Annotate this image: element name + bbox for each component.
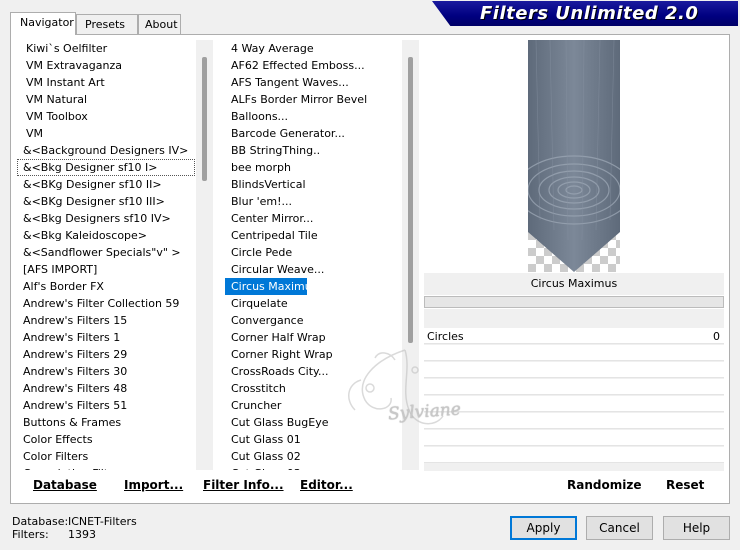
filter-item[interactable]: Balloons... [225, 108, 401, 125]
editor-button[interactable]: Editor... [300, 478, 353, 492]
status-filters-label: Filters: [12, 528, 49, 541]
status-database: Database:ICNET-Filters [12, 515, 137, 528]
category-item[interactable]: Andrew's Filters 1 [17, 329, 195, 346]
category-item[interactable]: Convolution Filters [17, 465, 195, 470]
parameter-row-empty [424, 362, 724, 378]
filter-scrollbar[interactable] [402, 40, 419, 470]
status-database-value: ICNET-Filters [68, 515, 137, 528]
filter-name-label: Circus Maximus [424, 273, 724, 295]
category-item[interactable]: VM Natural [17, 91, 195, 108]
category-item[interactable]: Kiwi`s Oelfilter [17, 40, 195, 57]
filter-item[interactable]: Cruncher [225, 397, 401, 414]
filter-item[interactable]: Cut Glass 03 [225, 465, 401, 470]
filter-item[interactable]: Cirquelate [225, 295, 401, 312]
filter-item[interactable]: Barcode Generator... [225, 125, 401, 142]
category-item[interactable]: Buttons & Frames [17, 414, 195, 431]
parameter-row-empty [424, 447, 724, 463]
category-item[interactable]: &<Bkg Designer sf10 I> [17, 159, 195, 176]
category-item[interactable]: Andrew's Filters 51 [17, 397, 195, 414]
filter-scroll-thumb[interactable] [408, 57, 413, 343]
category-item[interactable]: &<BKg Designer sf10 III> [17, 193, 195, 210]
category-list[interactable]: Kiwi`s Oelfilter VM Extravaganza VM Instan… [17, 40, 195, 470]
filter-info-button[interactable]: Filter Info... [203, 478, 284, 492]
category-item[interactable]: Andrew's Filter Collection 59 [17, 295, 195, 312]
preview-image [528, 40, 620, 272]
filter-item[interactable]: Blur 'em!... [225, 193, 401, 210]
database-button[interactable]: Database [33, 478, 97, 492]
filter-item[interactable]: Crosstitch [225, 380, 401, 397]
filter-item[interactable]: Cut Glass 02 [225, 448, 401, 465]
category-scroll-thumb[interactable] [202, 57, 207, 181]
category-item[interactable]: &<BKg Designer sf10 II> [17, 176, 195, 193]
tab-navigator[interactable]: Navigator [10, 12, 76, 35]
filter-item[interactable]: BB StringThing.. [225, 142, 401, 159]
category-item[interactable]: VM Instant Art [17, 74, 195, 91]
category-scrollbar[interactable] [196, 40, 213, 470]
filter-item[interactable]: Circle Pede [225, 244, 401, 261]
app-title: Filters Unlimited 2.0 [480, 3, 699, 24]
category-item[interactable]: Alf's Border FX [17, 278, 195, 295]
filter-item[interactable]: Cut Glass 01 [225, 431, 401, 448]
filter-item[interactable]: Corner Half Wrap [225, 329, 401, 346]
category-item[interactable]: Color Effects [17, 431, 195, 448]
filter-item[interactable]: Centripedal Tile [225, 227, 401, 244]
progress-bar [424, 296, 724, 308]
category-item[interactable]: Andrew's Filters 15 [17, 312, 195, 329]
parameter-row-empty [424, 430, 724, 446]
filter-item[interactable]: AFS Tangent Waves... [225, 74, 401, 91]
parameter-label: Circles [427, 330, 464, 343]
category-item[interactable]: Andrew's Filters 48 [17, 380, 195, 397]
status-database-label: Database: [12, 515, 69, 528]
filter-item[interactable]: Convergance [225, 312, 401, 329]
tab-about[interactable]: About [138, 14, 181, 34]
category-item[interactable]: VM Extravaganza [17, 57, 195, 74]
randomize-button[interactable]: Randomize [567, 478, 641, 492]
parameter-row-circles[interactable]: Circles 0 [424, 328, 724, 344]
parameter-row-empty [424, 379, 724, 395]
parameter-value: 0 [713, 330, 720, 343]
category-item[interactable]: &<Background Designers IV> [17, 142, 195, 159]
tab-presets[interactable]: Presets [76, 14, 138, 34]
filter-item[interactable]: BlindsVertical [225, 176, 401, 193]
filter-item[interactable]: Center Mirror... [225, 210, 401, 227]
status-filters-value: 1393 [68, 528, 96, 541]
category-item[interactable]: VM Toolbox [17, 108, 195, 125]
apply-button[interactable]: Apply [510, 516, 577, 540]
category-item[interactable]: &<Bkg Kaleidoscope> [17, 227, 195, 244]
category-item[interactable]: Color Filters [17, 448, 195, 465]
preview-area [424, 40, 724, 273]
cancel-button[interactable]: Cancel [586, 516, 653, 540]
filter-item[interactable]: Cut Glass BugEye [225, 414, 401, 431]
parameter-row-empty [424, 413, 724, 429]
filter-item[interactable]: Corner Right Wrap [225, 346, 401, 363]
status-filters: Filters: 1393 [12, 528, 96, 541]
category-item[interactable]: [AFS IMPORT] [17, 261, 195, 278]
category-item[interactable]: &<Sandflower Specials"v" > [17, 244, 195, 261]
filter-item[interactable]: Circular Weave... [225, 261, 401, 278]
reset-button[interactable]: Reset [666, 478, 704, 492]
category-item[interactable]: VM [17, 125, 195, 142]
filter-item[interactable]: CrossRoads City... [225, 363, 401, 380]
import-button[interactable]: Import... [124, 478, 183, 492]
category-item[interactable]: &<Bkg Designers sf10 IV> [17, 210, 195, 227]
parameter-row-empty [424, 345, 724, 361]
category-item[interactable]: Andrew's Filters 30 [17, 363, 195, 380]
filter-item[interactable]: AF62 Effected Emboss... [225, 57, 401, 74]
filter-item[interactable]: bee morph [225, 159, 401, 176]
filter-item[interactable]: Circus Maximus [225, 278, 317, 295]
category-item[interactable]: Andrew's Filters 29 [17, 346, 195, 363]
parameter-row-empty [424, 396, 724, 412]
filter-list[interactable]: 4 Way Average AF62 Effected Emboss... AFS … [225, 40, 401, 470]
filter-item[interactable]: ALFs Border Mirror Bevel [225, 91, 401, 108]
help-button[interactable]: Help [663, 516, 730, 540]
filter-item[interactable]: 4 Way Average [225, 40, 401, 57]
